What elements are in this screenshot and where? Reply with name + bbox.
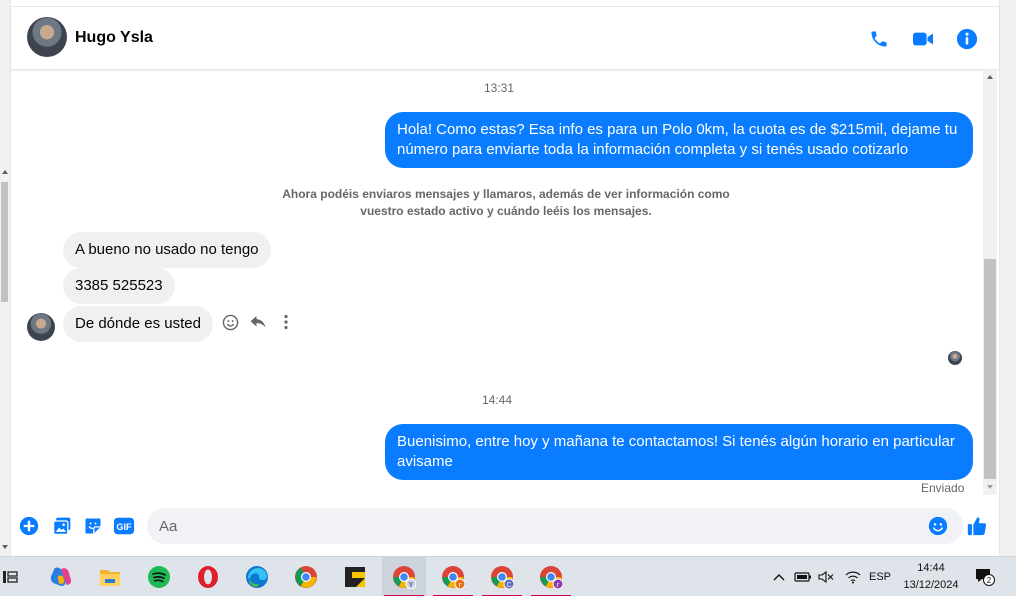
chat-window: Hugo Ysla 13:31 Hola! Como estas? Esa in… bbox=[10, 0, 1000, 556]
speaker-muted-icon[interactable] bbox=[816, 557, 836, 596]
react-emoji-icon[interactable] bbox=[220, 312, 240, 332]
thumbs-up-icon[interactable] bbox=[965, 514, 989, 538]
chrome-profile-window[interactable]: r bbox=[529, 557, 573, 596]
read-receipt-avatar bbox=[948, 351, 962, 365]
message-composer: GIF Aa bbox=[11, 505, 999, 547]
delivery-status: Enviado bbox=[921, 481, 965, 495]
message-list[interactable]: 13:31 Hola! Como estas? Esa info es para… bbox=[11, 71, 999, 501]
message-scrollbar[interactable] bbox=[983, 71, 997, 495]
contact-avatar[interactable] bbox=[27, 17, 67, 57]
language-indicator[interactable]: ESP bbox=[866, 557, 894, 596]
page-scrollbar[interactable] bbox=[0, 0, 10, 556]
incoming-message[interactable]: A bueno no usado no tengo bbox=[63, 232, 271, 268]
connection-notice: Ahora podéis enviaros mensajes y llamaro… bbox=[282, 187, 730, 218]
scroll-up-arrow[interactable] bbox=[987, 75, 993, 79]
sender-avatar[interactable] bbox=[27, 313, 55, 341]
clock-date: 13/12/2024 bbox=[903, 579, 959, 591]
notification-center-icon[interactable]: 2 bbox=[970, 557, 1000, 596]
chat-header: Hugo Ysla bbox=[11, 6, 999, 70]
contact-name[interactable]: Hugo Ysla bbox=[75, 29, 153, 47]
message-input[interactable]: Aa bbox=[147, 508, 963, 544]
task-view-icon[interactable] bbox=[0, 557, 30, 596]
reply-arrow-icon[interactable] bbox=[248, 312, 268, 332]
scrollbar-thumb[interactable] bbox=[1, 182, 8, 302]
chrome-icon[interactable] bbox=[284, 557, 328, 596]
plus-circle-icon[interactable] bbox=[17, 514, 41, 538]
more-options-icon[interactable] bbox=[276, 312, 296, 332]
edge-browser-icon[interactable] bbox=[235, 557, 279, 596]
opera-icon[interactable] bbox=[186, 557, 230, 596]
chrome-profile-badge: Y bbox=[409, 582, 414, 589]
scroll-down-arrow[interactable] bbox=[2, 545, 8, 549]
clock-time: 14:44 bbox=[917, 562, 945, 574]
file-explorer-icon[interactable] bbox=[88, 557, 132, 596]
spotify-icon[interactable] bbox=[137, 557, 181, 596]
system-clock[interactable]: 14:44 13/12/2024 bbox=[896, 560, 966, 594]
wifi-icon[interactable] bbox=[842, 557, 864, 596]
info-icon[interactable] bbox=[955, 27, 979, 51]
sticky-notes-icon[interactable] bbox=[333, 557, 377, 596]
photo-gallery-icon[interactable] bbox=[50, 514, 74, 538]
sticker-icon[interactable] bbox=[81, 514, 105, 538]
scrollbar-thumb[interactable] bbox=[984, 259, 996, 479]
chrome-profile-window[interactable]: r bbox=[431, 557, 475, 596]
scroll-up-arrow[interactable] bbox=[2, 170, 8, 174]
phone-icon[interactable] bbox=[867, 27, 891, 51]
page-edge bbox=[1000, 0, 1016, 556]
outgoing-message[interactable]: Hola! Como estas? Esa info es para un Po… bbox=[385, 112, 973, 168]
battery-icon[interactable] bbox=[793, 557, 813, 596]
chrome-profile-window[interactable]: C bbox=[480, 557, 524, 596]
emoji-icon[interactable] bbox=[926, 514, 950, 538]
copilot-icon[interactable] bbox=[39, 557, 83, 596]
windows-taskbar: Y r C r ESP 14:44 13/12/2024 2 bbox=[0, 556, 1016, 596]
chrome-profile-badge: C bbox=[506, 582, 511, 589]
incoming-message[interactable]: De dónde es usted bbox=[63, 306, 213, 342]
gif-label: GIF bbox=[116, 522, 132, 532]
message-timestamp: 14:44 bbox=[482, 393, 513, 407]
message-timestamp: 13:31 bbox=[484, 81, 515, 95]
chrome-profile-window[interactable]: Y bbox=[382, 557, 426, 596]
notification-count: 2 bbox=[987, 576, 992, 585]
video-camera-icon[interactable] bbox=[911, 27, 935, 51]
outgoing-message[interactable]: Buenisimo, entre hoy y mañana te contact… bbox=[385, 424, 973, 480]
incoming-message[interactable]: 3385 525523 bbox=[63, 268, 175, 304]
scroll-down-arrow[interactable] bbox=[987, 485, 993, 489]
message-input-placeholder: Aa bbox=[159, 518, 178, 535]
chevron-up-icon[interactable] bbox=[770, 557, 788, 596]
screen: Hugo Ysla 13:31 Hola! Como estas? Esa in… bbox=[0, 0, 1016, 596]
gif-icon[interactable]: GIF bbox=[112, 514, 136, 538]
